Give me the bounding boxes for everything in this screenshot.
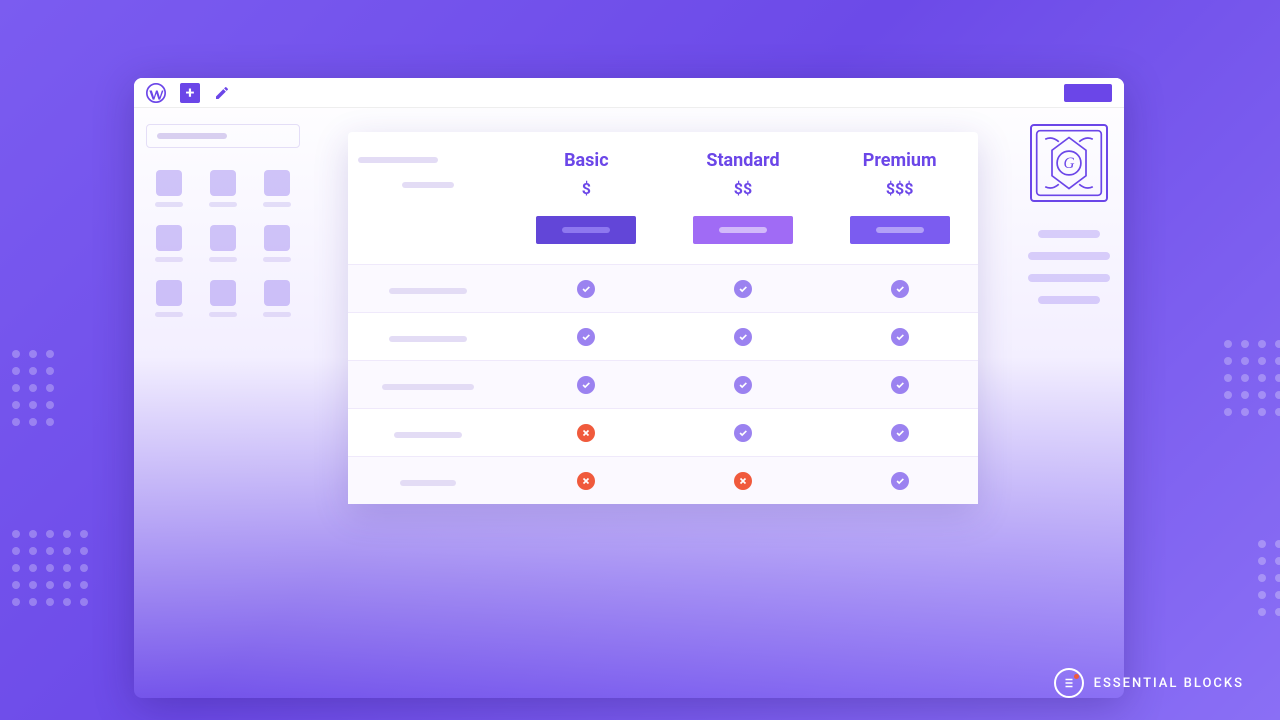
check-icon (891, 424, 909, 442)
bg-dots (1258, 540, 1280, 616)
check-icon (734, 424, 752, 442)
feature-cell (508, 457, 665, 505)
wordpress-icon[interactable] (146, 83, 166, 103)
check-icon (734, 328, 752, 346)
plan-cta-basic[interactable] (536, 216, 636, 244)
plan-cta-premium[interactable] (850, 216, 950, 244)
plan-header-standard: Standard $$ (665, 132, 822, 206)
bg-dots (1224, 340, 1280, 416)
block-inserter-item[interactable] (146, 170, 192, 207)
plan-name: Standard (706, 150, 779, 171)
feature-cell (821, 265, 978, 313)
check-icon (891, 472, 909, 490)
bg-dots (12, 350, 54, 426)
edit-icon[interactable] (214, 85, 230, 101)
plan-name: Basic (564, 150, 609, 171)
feature-cell (508, 313, 665, 361)
bg-dots (12, 530, 88, 606)
check-icon (734, 280, 752, 298)
block-inserter-item[interactable] (146, 225, 192, 262)
feature-row (348, 457, 978, 505)
feature-label (348, 361, 508, 409)
cross-icon (577, 472, 595, 490)
check-icon (891, 280, 909, 298)
svg-text:G: G (1063, 155, 1074, 172)
plan-price: $$ (675, 179, 812, 198)
plan-header-basic: Basic $ (508, 132, 665, 206)
block-inserter-item[interactable] (146, 280, 192, 317)
plan-price: $ (518, 179, 655, 198)
plan-header-premium: Premium $$$ (821, 132, 978, 206)
block-grid (146, 170, 300, 317)
block-inserter-item[interactable] (254, 280, 300, 317)
feature-row (348, 409, 978, 457)
plan-cta-standard[interactable] (693, 216, 793, 244)
feature-label (348, 265, 508, 313)
check-icon (891, 376, 909, 394)
gutenberg-logo-icon: G (1030, 124, 1108, 202)
feature-row (348, 265, 978, 313)
check-icon (577, 280, 595, 298)
feature-label (348, 313, 508, 361)
feature-label (348, 457, 508, 505)
block-inserter-item[interactable] (254, 170, 300, 207)
settings-placeholder (1038, 296, 1100, 304)
settings-placeholder (1028, 252, 1110, 260)
settings-panel: G (1014, 108, 1124, 698)
block-inserter-item[interactable] (254, 225, 300, 262)
essential-blocks-icon (1054, 668, 1084, 698)
feature-cell (665, 409, 822, 457)
feature-cell (508, 409, 665, 457)
feature-header (348, 132, 508, 206)
feature-cell (821, 457, 978, 505)
feature-cell (821, 313, 978, 361)
feature-cell (508, 361, 665, 409)
feature-label (348, 409, 508, 457)
block-inserter-panel (134, 108, 312, 698)
pricing-table-block[interactable]: Basic $ Standard $$ Premium $$$ (348, 132, 978, 504)
block-inserter-item[interactable] (200, 170, 246, 207)
cross-icon (734, 472, 752, 490)
editor-canvas: Basic $ Standard $$ Premium $$$ (312, 108, 1014, 698)
editor-toolbar: + (134, 78, 1124, 108)
check-icon (577, 376, 595, 394)
settings-placeholder (1028, 274, 1110, 282)
check-icon (577, 328, 595, 346)
feature-cell (821, 361, 978, 409)
feature-cell (665, 313, 822, 361)
check-icon (891, 328, 909, 346)
feature-cell (665, 457, 822, 505)
feature-cell (665, 265, 822, 313)
block-inserter-item[interactable] (200, 280, 246, 317)
add-block-button[interactable]: + (180, 83, 200, 103)
plan-price: $$$ (831, 179, 968, 198)
plan-name: Premium (863, 150, 937, 171)
feature-cell (821, 409, 978, 457)
settings-placeholder (1038, 230, 1100, 238)
check-icon (734, 376, 752, 394)
editor-window: + (134, 78, 1124, 698)
cross-icon (577, 424, 595, 442)
feature-row (348, 361, 978, 409)
search-placeholder (157, 133, 227, 139)
feature-cell (508, 265, 665, 313)
block-search-input[interactable] (146, 124, 300, 148)
update-button[interactable] (1064, 84, 1112, 102)
brand-name: ESSENTIAL BLOCKS (1094, 676, 1244, 691)
feature-row (348, 313, 978, 361)
feature-cell (665, 361, 822, 409)
brand-footer: ESSENTIAL BLOCKS (1054, 668, 1244, 698)
block-inserter-item[interactable] (200, 225, 246, 262)
